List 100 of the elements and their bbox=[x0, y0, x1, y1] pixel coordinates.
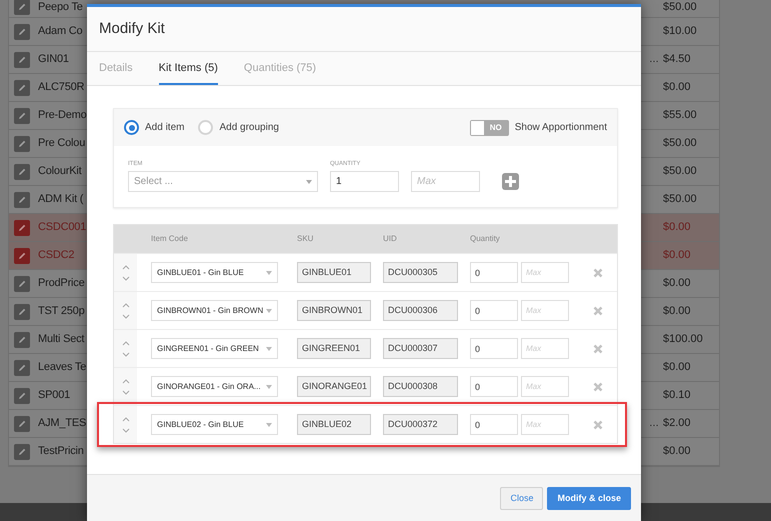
price-cell-text: $0.00 bbox=[663, 444, 691, 460]
item-select[interactable]: GINORANGE01 - Gin ORA... bbox=[151, 376, 278, 397]
edit-pencil-icon[interactable] bbox=[14, 52, 30, 68]
caret-icon bbox=[266, 422, 272, 426]
quantity-field[interactable]: 0 bbox=[470, 262, 518, 283]
chevron-down-icon[interactable] bbox=[122, 314, 130, 318]
product-name: CSDC2 bbox=[38, 248, 74, 264]
uid-field: DCU000306 bbox=[383, 300, 458, 321]
quantity-field[interactable]: 0 bbox=[470, 338, 518, 359]
product-name: Peepo Te bbox=[38, 0, 83, 14]
product-name: TST 250p bbox=[38, 304, 85, 320]
chevron-up-icon[interactable] bbox=[122, 302, 130, 308]
remove-x-icon[interactable] bbox=[593, 382, 603, 392]
caret-icon bbox=[266, 384, 272, 388]
product-name: Adam Co bbox=[38, 24, 82, 40]
max-field[interactable]: Max bbox=[411, 171, 480, 192]
uid-field: DCU000372 bbox=[383, 414, 458, 435]
chevron-up-icon[interactable] bbox=[122, 340, 130, 346]
chevron-down-icon[interactable] bbox=[122, 390, 130, 394]
edit-pencil-icon[interactable] bbox=[14, 192, 30, 208]
uid-field: DCU000307 bbox=[383, 338, 458, 359]
column-header: SKU bbox=[297, 233, 314, 245]
chevron-up-icon[interactable] bbox=[122, 264, 130, 270]
price-cell-text: $0.00 bbox=[663, 80, 691, 96]
product-name: AJM_TES bbox=[38, 416, 86, 432]
product-name: Leaves Te bbox=[38, 360, 86, 376]
caret-icon bbox=[266, 270, 272, 274]
column-header: Item Code bbox=[151, 233, 189, 245]
product-name: ADM Kit ( bbox=[38, 192, 84, 208]
uid-field: DCU000308 bbox=[383, 376, 458, 397]
column-header: Quantity bbox=[470, 233, 501, 245]
item-select[interactable]: GINGREEN01 - Gin GREEN bbox=[151, 338, 278, 359]
price-cell-text: $10.00 bbox=[663, 24, 697, 40]
edit-pencil-icon[interactable] bbox=[14, 220, 30, 236]
product-name: ProdPrice bbox=[38, 276, 84, 292]
product-name: TestPricin bbox=[38, 444, 84, 460]
product-name: ColourKit bbox=[38, 164, 82, 180]
add-plus-button[interactable] bbox=[502, 173, 519, 190]
remove-x-icon[interactable] bbox=[593, 268, 603, 278]
quantity-field[interactable]: 0 bbox=[470, 376, 518, 397]
edit-pencil-icon[interactable] bbox=[14, 248, 30, 264]
remove-x-icon[interactable] bbox=[593, 306, 603, 316]
radio-button[interactable] bbox=[124, 120, 139, 135]
caret-icon bbox=[306, 180, 312, 184]
product-name: Pre Colou bbox=[38, 136, 86, 152]
edit-pencil-icon[interactable] bbox=[14, 164, 30, 180]
edit-pencil-icon[interactable] bbox=[14, 444, 30, 460]
edit-pencil-icon[interactable] bbox=[14, 416, 30, 432]
edit-pencil-icon[interactable] bbox=[14, 80, 30, 96]
table-cell-text: … bbox=[649, 417, 659, 431]
price-cell-text: $2.00 bbox=[663, 416, 691, 432]
edit-pencil-icon[interactable] bbox=[14, 276, 30, 292]
remove-x-icon[interactable] bbox=[593, 420, 603, 430]
modify-close-button[interactable]: Modify & close bbox=[547, 487, 631, 510]
price-cell-text: $0.10 bbox=[663, 388, 691, 404]
sku-field: GINGREEN01 bbox=[297, 338, 371, 359]
edit-pencil-icon[interactable] bbox=[14, 360, 30, 376]
price-cell-text: $0.00 bbox=[663, 276, 691, 292]
edit-pencil-icon[interactable] bbox=[14, 304, 30, 320]
item-select[interactable]: GINBROWN01 - Gin BROWN bbox=[151, 300, 278, 321]
plus-icon bbox=[505, 176, 516, 187]
sku-field: GINBROWN01 bbox=[297, 300, 371, 321]
caret-icon bbox=[266, 346, 272, 350]
sku-field: GINBLUE01 bbox=[297, 262, 371, 283]
radio-label: Add grouping bbox=[219, 121, 279, 135]
price-cell-text: $50.00 bbox=[663, 0, 697, 14]
chevron-up-icon[interactable] bbox=[122, 416, 130, 422]
product-name: CSDC001 bbox=[38, 220, 86, 236]
edit-pencil-icon[interactable] bbox=[14, 388, 30, 404]
price-cell-text: $0.00 bbox=[663, 220, 691, 236]
remove-x-icon[interactable] bbox=[593, 344, 603, 354]
sku-field: GINBLUE02 bbox=[297, 414, 371, 435]
column-header: UID bbox=[383, 233, 398, 245]
product-name: Multi Sect bbox=[38, 332, 84, 348]
edit-pencil-icon[interactable] bbox=[14, 332, 30, 348]
toggle-label: Show Apportionment bbox=[514, 121, 607, 135]
product-name: GIN01 bbox=[38, 52, 69, 68]
chevron-down-icon[interactable] bbox=[122, 352, 130, 356]
chevron-up-icon[interactable] bbox=[122, 378, 130, 384]
item-select[interactable]: GINBLUE01 - Gin BLUE bbox=[151, 262, 278, 283]
price-cell-text: $50.00 bbox=[663, 192, 697, 208]
edit-pencil-icon[interactable] bbox=[14, 0, 30, 15]
edit-pencil-icon[interactable] bbox=[14, 24, 30, 40]
tab[interactable]: Kit Items (5) bbox=[158, 52, 218, 85]
price-cell-text: $55.00 bbox=[663, 108, 697, 124]
product-name: SP001 bbox=[38, 388, 70, 404]
edit-pencil-icon[interactable] bbox=[14, 108, 30, 124]
edit-pencil-icon[interactable] bbox=[14, 136, 30, 152]
uid-field: DCU000305 bbox=[383, 262, 458, 283]
quantity-field[interactable]: 1 bbox=[330, 171, 399, 192]
sku-field: GINORANGE01 bbox=[297, 376, 371, 397]
quantity-field[interactable]: 0 bbox=[470, 414, 518, 435]
quantity-field[interactable]: 0 bbox=[470, 300, 518, 321]
price-cell-text: $50.00 bbox=[663, 164, 697, 180]
radio-label: Add item bbox=[145, 121, 184, 135]
item-select[interactable]: GINBLUE02 - Gin BLUE bbox=[151, 414, 278, 435]
chevron-down-icon[interactable] bbox=[122, 276, 130, 280]
product-name: Pre-Demo bbox=[38, 108, 87, 124]
chevron-down-icon[interactable] bbox=[122, 428, 130, 432]
price-cell-text: $0.00 bbox=[663, 304, 691, 320]
